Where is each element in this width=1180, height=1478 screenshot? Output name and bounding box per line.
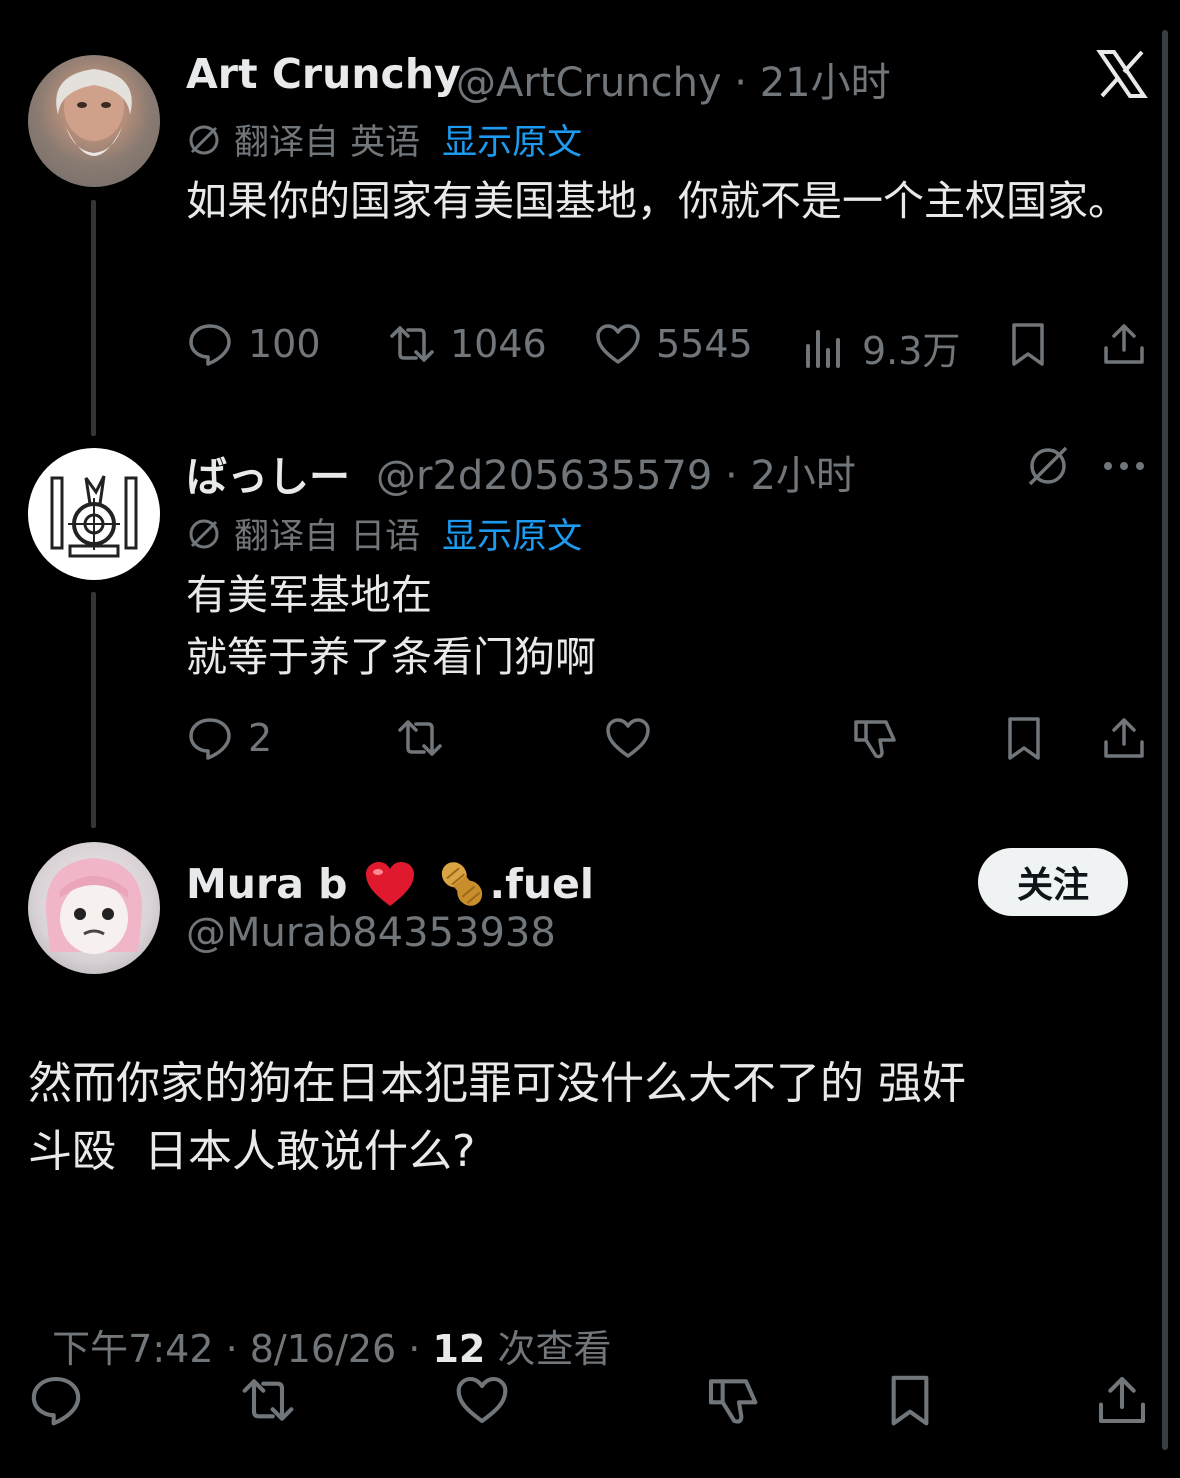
grok-icon[interactable] bbox=[1024, 442, 1072, 494]
main-reply-button[interactable] bbox=[28, 1372, 84, 1428]
dislike-icon bbox=[854, 720, 896, 759]
main-author-handle[interactable]: @Murab84353938 bbox=[186, 910, 556, 956]
tweet2-dislike-button[interactable] bbox=[850, 714, 898, 762]
dislike-icon bbox=[708, 1379, 758, 1424]
tweet2-reply-count: 2 bbox=[248, 716, 273, 760]
tweet1-bookmark-button[interactable] bbox=[1004, 320, 1052, 368]
tweet2-bookmark-button[interactable] bbox=[1000, 714, 1048, 762]
thread-line bbox=[91, 592, 96, 828]
like-icon bbox=[606, 718, 650, 758]
tweet2-handle-time[interactable]: @r2d205635579 · 2小时 bbox=[376, 443, 856, 501]
avatar[interactable] bbox=[28, 842, 160, 974]
reply-icon bbox=[31, 1376, 81, 1426]
retweet-icon bbox=[398, 720, 442, 756]
tweet2-show-original-link[interactable]: 显示原文 bbox=[442, 508, 582, 559]
main-retweet-button[interactable] bbox=[240, 1372, 296, 1428]
bookmark-icon bbox=[1012, 323, 1044, 366]
main-tweet-text-line1: 然而你家的狗在日本犯罪可没什么大不了的 强奸 bbox=[28, 1058, 966, 1109]
tweet2-like-button[interactable] bbox=[604, 714, 652, 762]
tweet1-author-name[interactable]: Art Crunchy bbox=[186, 50, 461, 98]
reply-icon bbox=[189, 324, 231, 366]
tweet1-translated-label: 翻译自 英语 bbox=[234, 123, 421, 163]
retweet-icon bbox=[390, 326, 434, 362]
main-tweet-view-label: 次查看 bbox=[485, 1327, 612, 1371]
tweet2-translation-row: 翻译自 日语 显示原文 bbox=[186, 508, 582, 559]
views-icon bbox=[806, 329, 840, 368]
tweet1-handle-time[interactable]: @ArtCrunchy · 21小时 bbox=[456, 50, 891, 108]
main-tweet-text-line2: 斗殴 日本人敢说什么? bbox=[28, 1126, 476, 1177]
tweet1-show-original-link[interactable]: 显示原文 bbox=[442, 114, 582, 165]
share-icon bbox=[1104, 718, 1144, 758]
peanut-emoji-icon bbox=[434, 856, 490, 912]
main-tweet-view-count: 12 bbox=[432, 1327, 486, 1371]
tweet1-share-button[interactable] bbox=[1100, 320, 1148, 368]
follow-button[interactable]: 关注 bbox=[978, 848, 1128, 916]
tweet1-view-count: 9.3万 bbox=[862, 329, 961, 373]
tweet2-text-line1: 有美军基地在 bbox=[186, 571, 432, 619]
main-dislike-button[interactable] bbox=[704, 1372, 760, 1428]
thread-line bbox=[91, 200, 96, 436]
main-tweet-meta: 下午7:42 · 8/16/26 · 12 次查看 bbox=[28, 1274, 611, 1373]
retweet-icon bbox=[242, 1379, 294, 1421]
bookmark-icon bbox=[1008, 717, 1040, 760]
tweet1-like-button[interactable]: 5545 bbox=[594, 320, 753, 368]
tweet2-translated-label: 翻译自 日语 bbox=[234, 517, 421, 557]
main-author-name-suffix: .fuel bbox=[489, 860, 594, 908]
tweet2-reply-button[interactable]: 2 bbox=[186, 714, 272, 762]
tweet1-retweet-count: 1046 bbox=[450, 322, 547, 366]
translate-icon bbox=[186, 122, 222, 158]
tweet2-text-line2: 就等于养了条看门狗啊 bbox=[186, 633, 596, 681]
main-tweet-time[interactable]: 下午7:42 · 8/16/26 · bbox=[52, 1327, 432, 1371]
tweet1-translation-row: 翻译自 英语 显示原文 bbox=[186, 114, 582, 165]
tweet1-reply-count: 100 bbox=[248, 322, 321, 366]
bookmark-icon bbox=[891, 1375, 929, 1426]
tweet1-like-count: 5545 bbox=[656, 322, 753, 366]
main-author-name: Mura b bbox=[186, 860, 348, 908]
tweet2-retweet-button[interactable] bbox=[396, 714, 444, 762]
like-icon bbox=[596, 324, 640, 364]
main-author-name-row[interactable]: Mura b .fuel bbox=[186, 856, 594, 912]
tweet2-share-button[interactable] bbox=[1100, 714, 1148, 762]
heart-emoji-icon bbox=[364, 860, 416, 908]
share-icon bbox=[1098, 1376, 1146, 1424]
translate-icon bbox=[186, 516, 222, 552]
tweet2-author-name[interactable]: ばっしー bbox=[186, 443, 350, 503]
scrollbar[interactable] bbox=[1162, 30, 1168, 1450]
avatar[interactable] bbox=[28, 55, 160, 187]
tweet1-retweet-button[interactable]: 1046 bbox=[388, 320, 547, 368]
like-icon bbox=[456, 1376, 508, 1424]
more-icon[interactable] bbox=[1102, 454, 1146, 482]
avatar[interactable] bbox=[28, 448, 160, 580]
share-icon bbox=[1104, 324, 1144, 364]
main-like-button[interactable] bbox=[454, 1372, 510, 1428]
reply-icon bbox=[189, 718, 231, 760]
tweet1-text: 如果你的国家有美国基地，你就不是一个主权国家。 bbox=[186, 177, 1129, 225]
main-bookmark-button[interactable] bbox=[882, 1372, 938, 1428]
tweet1-views-button[interactable]: 9.3万 bbox=[800, 320, 960, 375]
main-share-button[interactable] bbox=[1094, 1372, 1150, 1428]
tweet1-reply-button[interactable]: 100 bbox=[186, 320, 321, 368]
x-logo-icon[interactable] bbox=[1096, 48, 1148, 100]
